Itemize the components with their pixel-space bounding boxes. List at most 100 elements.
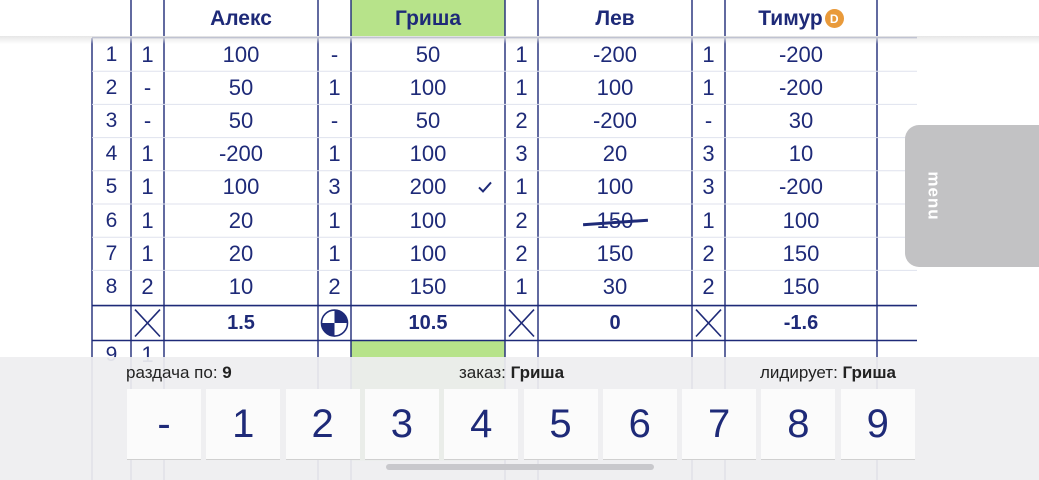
score-cell[interactable]: 200 — [351, 171, 505, 204]
bid-cell[interactable]: 1 — [318, 237, 351, 270]
deal-value: 9 — [222, 363, 232, 382]
bid-cell[interactable]: 2 — [505, 237, 538, 270]
bid-cell[interactable]: 3 — [692, 171, 725, 204]
key-2[interactable]: 2 — [285, 389, 360, 459]
bid-cell[interactable]: 1 — [318, 204, 351, 237]
score-cell[interactable]: 100 — [351, 71, 505, 104]
bid-cell[interactable]: 3 — [692, 138, 725, 171]
score-cell[interactable]: 50 — [351, 104, 505, 137]
leader-value: Гриша — [842, 363, 896, 382]
bid-cell[interactable]: 2 — [131, 270, 164, 303]
score-cell[interactable]: 100 — [538, 171, 692, 204]
bid-cell[interactable]: 3 — [505, 138, 538, 171]
dealer-circle-icon — [320, 309, 349, 337]
bid-cell[interactable]: 1 — [692, 38, 725, 71]
score-cell[interactable]: 20 — [538, 138, 692, 171]
score-cell[interactable]: 20 — [164, 237, 318, 270]
score-cell[interactable]: 150 — [351, 270, 505, 303]
score-cell[interactable]: -200 — [725, 171, 877, 204]
player-name: Тимур — [758, 6, 823, 30]
home-indicator — [386, 464, 654, 470]
bid-cell[interactable]: 1 — [131, 237, 164, 270]
key-6[interactable]: 6 — [602, 389, 677, 459]
bid-cell[interactable]: 2 — [505, 204, 538, 237]
bid-cell[interactable]: 3 — [318, 171, 351, 204]
deal-label: раздача по: — [126, 363, 218, 382]
player-name: Алекс — [210, 6, 272, 30]
score-cell[interactable]: 100 — [351, 204, 505, 237]
score-cell[interactable]: 150 — [725, 237, 877, 270]
score-cell[interactable]: 150 — [725, 270, 877, 303]
row-number: 4 — [105, 142, 118, 166]
bid-cell[interactable]: - — [131, 104, 164, 137]
key-3[interactable]: 3 — [364, 389, 439, 459]
bid-cell[interactable]: 1 — [505, 171, 538, 204]
score-cell[interactable]: -200 — [725, 38, 877, 71]
key-4[interactable]: 4 — [444, 389, 519, 459]
key-9[interactable]: 9 — [840, 389, 915, 459]
score-cell[interactable]: 10 — [164, 270, 318, 303]
score-cell[interactable]: 100 — [725, 204, 877, 237]
bid-cell[interactable]: - — [692, 104, 725, 137]
total-cell: -1.6 — [783, 311, 819, 334]
score-cell[interactable]: 100 — [538, 71, 692, 104]
player-header[interactable]: Тимур D — [725, 0, 877, 37]
score-cell[interactable]: 100 — [164, 38, 318, 71]
bid-cell[interactable]: 2 — [505, 104, 538, 137]
score-cell[interactable]: 100 — [351, 237, 505, 270]
cross-icon — [134, 309, 161, 338]
score-cell[interactable]: -200 — [538, 104, 692, 137]
bid-cell[interactable]: 1 — [131, 204, 164, 237]
score-cell[interactable]: 50 — [164, 104, 318, 137]
bid-cell[interactable]: - — [318, 38, 351, 71]
menu-button[interactable]: menu — [905, 125, 1039, 267]
bid-cell[interactable]: 1 — [131, 138, 164, 171]
score-cell[interactable]: 30 — [725, 104, 877, 137]
bid-cell[interactable]: 1 — [131, 171, 164, 204]
bid-cell[interactable]: 1 — [318, 71, 351, 104]
bid-cell[interactable]: 1 — [131, 38, 164, 71]
score-cell[interactable]: 150 — [538, 237, 692, 270]
score-cell[interactable]: -200 — [538, 38, 692, 71]
row-number: 1 — [105, 42, 118, 66]
bid-cell[interactable]: 2 — [692, 270, 725, 303]
score-cell[interactable]: -200 — [725, 71, 877, 104]
score-cell[interactable]: 30 — [538, 270, 692, 303]
dealer-badge-icon: D — [824, 9, 844, 28]
bid-cell[interactable]: 1 — [318, 138, 351, 171]
key-5[interactable]: 5 — [523, 389, 598, 459]
score-cell[interactable]: 10 — [725, 138, 877, 171]
row-number: 7 — [105, 241, 118, 265]
bid-cell[interactable]: 1 — [505, 38, 538, 71]
key-1[interactable]: 1 — [206, 389, 281, 459]
score-cell[interactable]: 20 — [164, 204, 318, 237]
bid-cell[interactable]: 2 — [692, 237, 725, 270]
score-cell[interactable]: -200 — [164, 138, 318, 171]
bid-cell[interactable]: 2 — [318, 270, 351, 303]
score-cell[interactable]: 100 — [164, 171, 318, 204]
cross-icon — [695, 309, 722, 338]
player-name: Гриша — [394, 6, 462, 30]
score-cell[interactable]: 50 — [164, 71, 318, 104]
key-8[interactable]: 8 — [761, 389, 836, 459]
player-header[interactable]: Лев — [538, 0, 692, 37]
player-header[interactable]: Гриша — [351, 0, 505, 37]
total-cell: 1.5 — [227, 311, 255, 334]
key-7[interactable]: 7 — [682, 389, 757, 459]
bid-cell[interactable]: 1 — [692, 71, 725, 104]
order-value: Гриша — [510, 363, 565, 382]
bid-cell[interactable]: 1 — [692, 204, 725, 237]
bid-cell[interactable]: 1 — [505, 270, 538, 303]
bid-cell[interactable]: - — [131, 71, 164, 104]
score-cell[interactable]: 50 — [351, 38, 505, 71]
bid-cell[interactable]: - — [318, 104, 351, 137]
total-cell: 10.5 — [408, 311, 448, 334]
row-number: 8 — [105, 274, 118, 298]
deal-info: раздача по: 9 — [126, 363, 232, 383]
score-cell[interactable]: 150 — [538, 204, 692, 237]
player-header[interactable]: Алекс — [164, 0, 318, 37]
key-dash[interactable]: - — [127, 389, 201, 459]
order-label: заказ: — [459, 363, 506, 382]
score-cell[interactable]: 100 — [351, 138, 505, 171]
bid-cell[interactable]: 1 — [505, 71, 538, 104]
